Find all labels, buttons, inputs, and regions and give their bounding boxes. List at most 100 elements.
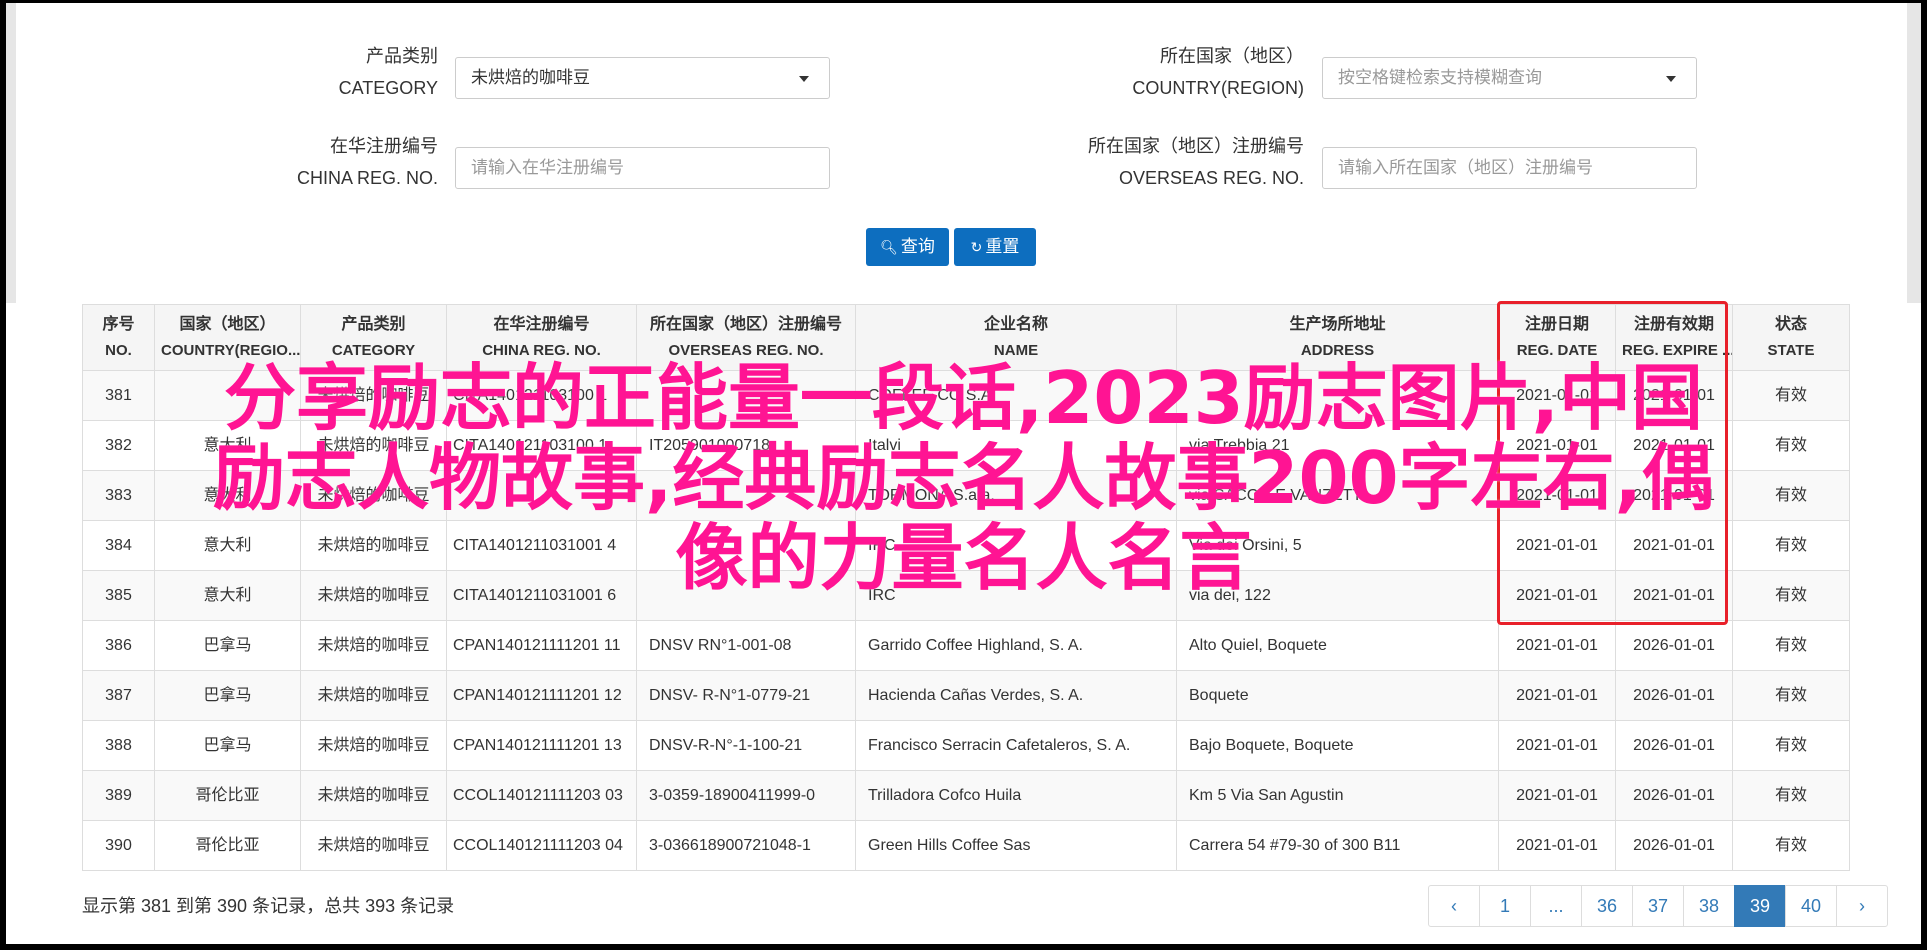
next-page-button[interactable]: › <box>1836 885 1888 927</box>
china-reg-label: 在华注册编号 CHINA REG. NO. <box>240 130 438 194</box>
reset-button[interactable]: ↻ 重置 <box>954 228 1036 266</box>
table-cell: 哥伦比亚 <box>154 820 301 871</box>
table-cell: 未烘焙的咖啡豆 <box>300 520 447 571</box>
china-reg-input[interactable]: 请输入在华注册编号 <box>455 147 830 189</box>
table-cell: 2021-01-01 <box>1615 520 1733 571</box>
column-header[interactable]: 企业名称 NAME <box>855 304 1177 371</box>
column-header[interactable]: 注册日期 REG. DATE <box>1498 304 1616 371</box>
table-cell: CPAN140121111201 11 <box>446 620 637 671</box>
table-cell <box>446 470 637 521</box>
window-frame-right <box>1921 0 1927 950</box>
column-header-cn: 序号 <box>102 315 135 333</box>
column-header-cn: 生产场所地址 <box>1289 315 1386 333</box>
column-header[interactable]: 序号 NO. <box>82 304 155 371</box>
table-cell: 3-0359-18900411999-0 <box>636 770 856 821</box>
table-cell: IT205901000718 <box>636 420 856 471</box>
chevron-down-icon <box>799 76 809 82</box>
overseas-reg-label-cn: 所在国家（地区）注册编号 <box>1088 136 1304 156</box>
table-cell: 有效 <box>1732 670 1850 721</box>
table-cell: CITA140121103100 1 <box>446 420 637 471</box>
table-cell: 未烘焙的咖啡豆 <box>300 370 447 421</box>
column-header-en: NO. <box>105 341 132 359</box>
table-row: 384 意大利 未烘焙的咖啡豆 CITA1401211031001 4 IRC Via d… <box>82 520 1850 571</box>
table-header-row: 序号 NO. 国家（地区） COUNTRY(REGIO... 产品类别 CATEGORY 在… <box>82 304 1850 371</box>
column-header[interactable]: 国家（地区） COUNTRY(REGIO... <box>154 304 301 371</box>
table-row: 389 哥伦比亚 未烘焙的咖啡豆 CCOL140121111203 03 3-0359-… <box>82 770 1850 821</box>
column-header[interactable]: 在华注册编号 CHINA REG. NO. <box>446 304 637 371</box>
table-cell <box>154 370 301 421</box>
table-row: 386 巴拿马 未烘焙的咖啡豆 CPAN140121111201 11 DNSV RN°… <box>82 620 1850 671</box>
table-body: 381 未烘焙的咖啡豆 CITA140121103100 1 COFFEE CO S.… <box>82 370 1850 871</box>
overseas-reg-input[interactable]: 请输入所在国家（地区）注册编号 <box>1322 147 1697 189</box>
table-cell: Bajo Boquete, Boquete <box>1176 720 1499 771</box>
column-header-cn: 企业名称 <box>983 315 1048 333</box>
country-select-placeholder: 按空格键检索支持模糊查询 <box>1338 68 1542 87</box>
table-cell: 2026-01-01 <box>1615 770 1733 821</box>
table-cell: CITA1401211031001 4 <box>446 520 637 571</box>
page-button[interactable]: 40 <box>1785 885 1837 927</box>
table-cell: CCOL140121111203 04 <box>446 820 637 871</box>
country-select[interactable]: 按空格键检索支持模糊查询 <box>1322 57 1697 99</box>
country-label-en: COUNTRY(REGION) <box>1132 78 1304 98</box>
table-cell: Italvi <box>855 420 1177 471</box>
table-cell: DNSV-R-N°-1-100-21 <box>636 720 856 771</box>
table-cell: 386 <box>82 620 155 671</box>
table-cell: 有效 <box>1732 720 1850 771</box>
table-row: 387 巴拿马 未烘焙的咖啡豆 CPAN140121111201 12 DNSV- R-… <box>82 670 1850 721</box>
table-cell: via SACCO E VANZETTI <box>1176 470 1499 521</box>
table-cell: 390 <box>82 820 155 871</box>
table-cell: Garrido Coffee Highland, S. A. <box>855 620 1177 671</box>
table-cell: 2026-01-01 <box>1615 620 1733 671</box>
search-button[interactable]: 🔍︎ 查询 <box>866 228 949 266</box>
column-header[interactable]: 状态 STATE <box>1732 304 1850 371</box>
china-reg-label-en: CHINA REG. NO. <box>296 168 438 188</box>
table-cell: 有效 <box>1732 570 1850 621</box>
page-button[interactable]: ... <box>1530 885 1582 927</box>
column-header[interactable]: 产品类别 CATEGORY <box>300 304 447 371</box>
table-cell: 2021-01-01 <box>1615 370 1733 421</box>
window-frame-bottom <box>0 944 1927 950</box>
table-cell <box>636 370 856 421</box>
window-frame-top <box>0 0 1927 3</box>
category-select[interactable]: 未烘焙的咖啡豆 <box>455 57 830 99</box>
column-header[interactable]: 所在国家（地区）注册编号 OVERSEAS REG. NO. <box>636 304 856 371</box>
prev-page-button[interactable]: ‹ <box>1428 885 1480 927</box>
table-cell: IRC <box>855 570 1177 621</box>
table-cell: 2021-01-01 <box>1498 520 1616 571</box>
table-cell: IRC <box>855 520 1177 571</box>
page-button[interactable]: 38 <box>1683 885 1735 927</box>
table-cell: Boquete <box>1176 670 1499 721</box>
page-button[interactable]: 36 <box>1581 885 1633 927</box>
table-cell: 意大利 <box>154 420 301 471</box>
table-cell: 2021-01-01 <box>1498 720 1616 771</box>
page-button[interactable]: 37 <box>1632 885 1684 927</box>
table-cell: 2021-01-01 <box>1498 770 1616 821</box>
table-cell: CITA140121103100 1 <box>446 370 637 421</box>
country-label-cn: 所在国家（地区） <box>1160 46 1304 66</box>
column-header-en: REG. EXPIRE ... <box>1622 341 1733 359</box>
table-cell: 2026-01-01 <box>1615 820 1733 871</box>
table-cell: 2021-01-01 <box>1498 670 1616 721</box>
country-label: 所在国家（地区） COUNTRY(REGION) <box>1000 40 1304 104</box>
table-cell: 未烘焙的咖啡豆 <box>300 570 447 621</box>
table-cell: 2021-01-01 <box>1498 620 1616 671</box>
table-cell: 383 <box>82 470 155 521</box>
column-header[interactable]: 注册有效期 REG. EXPIRE ... <box>1615 304 1733 371</box>
table-cell: 385 <box>82 570 155 621</box>
table-cell: 2021-01-01 <box>1498 370 1616 421</box>
table-cell: 未烘焙的咖啡豆 <box>300 420 447 471</box>
column-header-cn: 注册有效期 <box>1633 315 1714 333</box>
table-cell: 未烘焙的咖啡豆 <box>300 720 447 771</box>
overseas-reg-label-en: OVERSEAS REG. NO. <box>1118 168 1304 188</box>
table-cell: 巴拿马 <box>154 720 301 771</box>
table-cell: TORMONA S.a.a. <box>855 470 1177 521</box>
page-button[interactable]: 1 <box>1479 885 1531 927</box>
table-cell: 2021-01-01 <box>1498 470 1616 521</box>
china-reg-placeholder: 请输入在华注册编号 <box>471 158 624 177</box>
column-header-cn: 在华注册编号 <box>493 315 590 333</box>
column-header-en: COUNTRY(REGIO... <box>161 341 301 359</box>
page-button[interactable]: 39 <box>1734 885 1786 927</box>
column-header[interactable]: 生产场所地址 ADDRESS <box>1176 304 1499 371</box>
column-header-en: NAME <box>993 341 1039 359</box>
table-cell: 意大利 <box>154 470 301 521</box>
